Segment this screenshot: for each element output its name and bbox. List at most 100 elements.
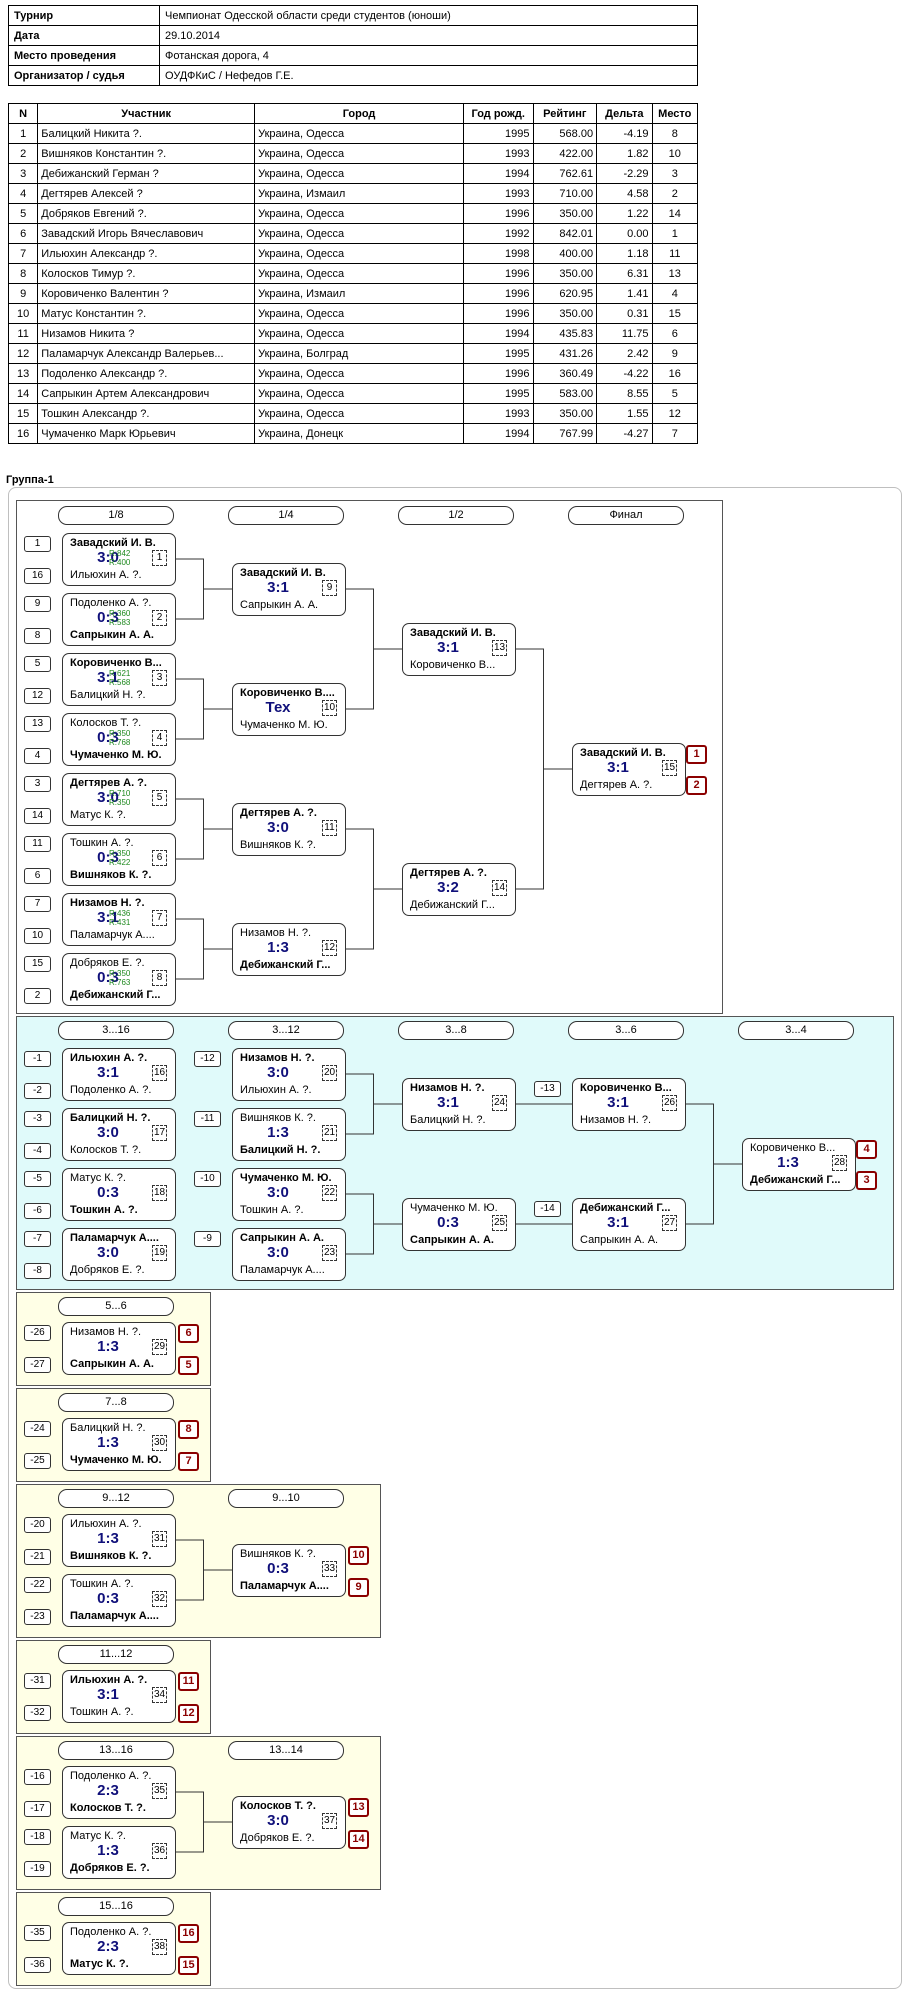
participant-cell: Тошкин Александр ?. [37,403,256,424]
player-1-name: Дегтярев А. ?. [240,807,317,819]
participant-row: 13 Подоленко Александр ?. Украина, Одесса 1… [7,363,699,384]
participant-cell: Балицкий Никита ?. [37,123,256,144]
final-place-badge: 7 [178,1452,199,1471]
player-1-name: Коровиченко В.... [240,687,335,699]
player-1-name: Матус К. ?. [70,1830,126,1842]
match-score: 3:1 [607,1094,629,1111]
participant-cell: 710.00 [532,183,598,204]
match-number: 28 [832,1155,847,1171]
participant-cell: Паламарчук Александр Валерьев... [37,343,256,364]
info-row: Место проведения Фотанская дорога, 4 [8,45,698,66]
player-2-name: Вишняков К. ?. [70,1550,152,1562]
match-box: Матус К. ?. 0:3 18 Тошкин А. ?. [62,1168,176,1221]
player-2-rating: R:583 [109,618,131,627]
seed-number: 8 [24,628,51,644]
match-box: Балицкий Н. ?. 1:3 30 Чумаченко М. Ю. [62,1418,176,1471]
participant-cell: 620.95 [532,283,598,304]
participant-cell: 13 [651,263,699,284]
participant-cell: 1995 [462,343,534,364]
participant-cell: 3 [651,163,699,184]
participant-row: 10 Матус Константин ?. Украина, Одесса 1996… [7,303,699,324]
match-number: 33 [322,1561,337,1577]
participant-cell: Украина, Одесса [254,383,464,404]
info-label: Турнир [8,5,160,26]
participant-cell: 1.82 [596,143,653,164]
match-number: 1 [152,550,167,566]
seed-number: 2 [24,988,51,1004]
seed-number: -32 [24,1705,51,1721]
participant-cell: Украина, Одесса [254,203,464,224]
participant-cell: 9 [651,343,699,364]
final-place-badge: 15 [178,1956,199,1975]
match-number: 3 [152,670,167,686]
participant-cell: 2.42 [596,343,653,364]
participant-cell: Украина, Одесса [254,363,464,384]
player-2-rating: R:768 [109,738,131,747]
match-score: 3:1 [97,1064,119,1081]
participant-cell: 0.00 [596,223,653,244]
player-1-name: Балицкий Н. ?. [70,1422,146,1434]
participant-row: 7 Ильюхин Александр ?. Украина, Одесса 1998… [7,243,699,264]
match-box: Коровиченко В... 3:1 26 Низамов Н. ?. [572,1078,686,1131]
match-box: Ильюхин А. ?. 3:1 16 Подоленко А. ?. [62,1048,176,1101]
seed-number: 12 [24,688,51,704]
participant-cell: 1994 [462,323,534,344]
participant-cell: Коровиченко Валентин ? [37,283,256,304]
match-box: Завадский И. В. 3:1 15 Дегтярев А. ?. [572,743,686,796]
participant-cell: 1.55 [596,403,653,424]
player-1-name: Завадский И. В. [410,627,496,639]
seed-number: 6 [24,868,51,884]
final-place-badge: 12 [178,1704,199,1723]
player-2-name: Коровиченко В... [410,659,496,671]
match-score: 3:1 [437,1094,459,1111]
seed-number: 16 [24,568,51,584]
seed-number: -13 [534,1081,561,1097]
seed-number: -10 [194,1171,221,1187]
participant-cell: 4 [7,183,39,204]
participant-cell: 6 [651,323,699,344]
participant-cell: 435.83 [532,323,598,344]
participant-cell: 431.26 [532,343,598,364]
round-header-h-12: 1/2 [398,506,514,525]
player-2-rating: R:431 [109,918,131,927]
participant-cell: 350.00 [532,263,598,284]
player-2-name: Чумаченко М. Ю. [70,749,162,761]
player-2-name: Сапрыкин А. А. [580,1234,659,1246]
player-1-name: Низамов Н. ?. [70,897,145,909]
match-score: 0:3 [97,729,119,746]
participants-header-row: N Участник Город Год рожд. Рейтинг Дельт… [7,103,699,124]
match-number: 24 [492,1095,507,1111]
match-box: Колосков Т. ?. 3:0 37 Добряков Е. ?. [232,1796,346,1849]
participant-cell: 2 [651,183,699,204]
final-place-badge: 8 [178,1420,199,1439]
match-number: 35 [152,1783,167,1799]
match-box: Тошкин А. ?. 0:3 R:350 R:422 6 Вишняков К. ?. [62,833,176,886]
player-2-rating: R:568 [109,678,131,687]
match-score: 0:3 [437,1214,459,1231]
participant-cell: 1 [7,123,39,144]
final-place-badge: 2 [686,776,707,795]
player-2-name: Сапрыкин А. А. [240,599,319,611]
player-2-name: Добряков Е. ?. [70,1264,145,1276]
player-2-name: Ильюхин А. ?. [70,569,142,581]
match-number: 7 [152,910,167,926]
match-number: 23 [322,1245,337,1261]
round-header-h-11-12: 11...12 [58,1645,174,1664]
match-box: Подоленко А. ?. 2:3 38 Матус К. ?. [62,1922,176,1975]
match-score: 3:0 [97,1124,119,1141]
player-2-name: Подоленко А. ?. [70,1084,152,1096]
round-header-h-3-6: 3...6 [568,1021,684,1040]
seed-number: -12 [194,1051,221,1067]
match-score: 3:0 [267,1064,289,1081]
participant-cell: Украина, Одесса [254,243,464,264]
participant-cell: Украина, Измаил [254,183,464,204]
participant-cell: 15 [7,403,39,424]
match-number: 19 [152,1245,167,1261]
player-2-name: Низамов Н. ?. [580,1114,652,1126]
seed-number: -8 [24,1263,51,1279]
player-2-rating: R:763 [109,978,131,987]
player-2-name: Матус К. ?. [70,1958,129,1970]
player-1-name: Балицкий Н. ?. [70,1112,151,1124]
match-score: 3:0 [267,1812,289,1829]
participant-cell: 11 [651,243,699,264]
